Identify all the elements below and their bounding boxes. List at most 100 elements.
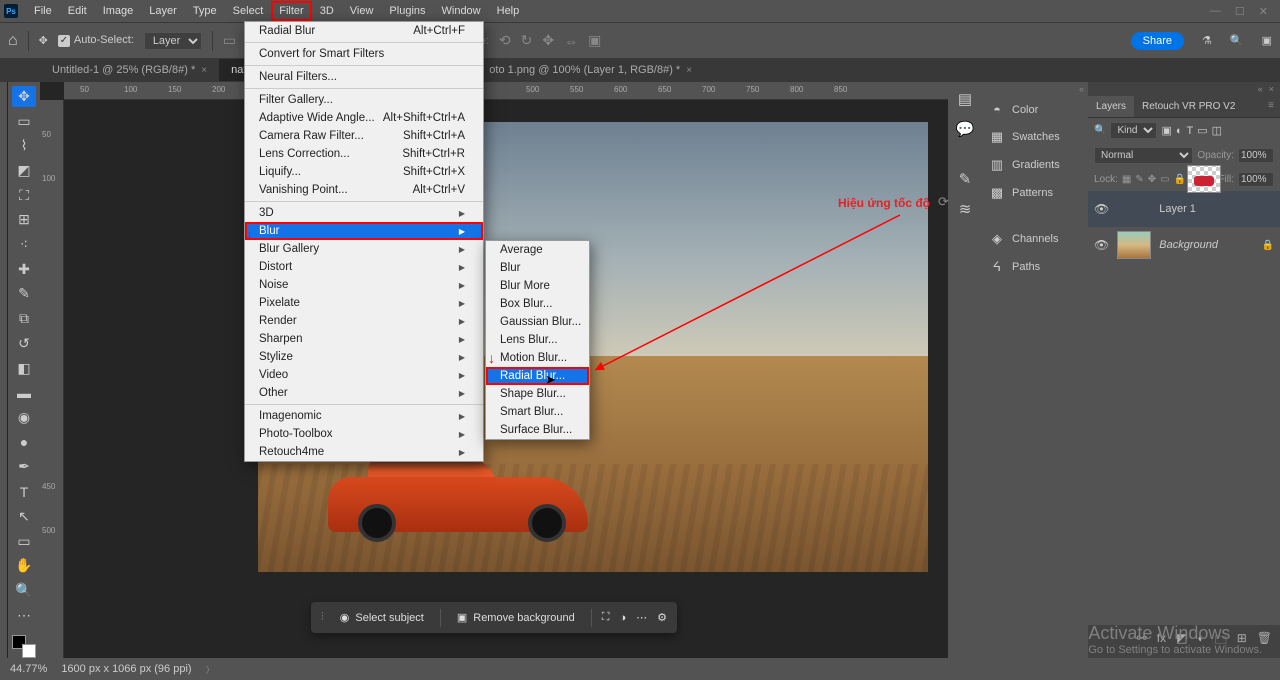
- filter-render[interactable]: Render: [245, 312, 483, 330]
- filter-other[interactable]: Other: [245, 384, 483, 402]
- remove-bg-button[interactable]: ▣Remove background: [451, 608, 581, 627]
- frame-tool[interactable]: ⊞: [12, 210, 36, 231]
- status-arrow-icon[interactable]: 〉: [206, 663, 215, 676]
- eyedropper-tool[interactable]: ⁖: [12, 234, 36, 255]
- filter-adaptive[interactable]: Adaptive Wide Angle...Alt+Shift+Ctrl+A: [245, 109, 483, 127]
- filter-retouch4me[interactable]: Retouch4me: [245, 443, 483, 461]
- panel-close-icon[interactable]: ×: [1269, 84, 1274, 94]
- blur-smart[interactable]: Smart Blur...: [486, 403, 589, 421]
- blur-tool[interactable]: ◉: [12, 407, 36, 428]
- history-panel-icon[interactable]: ▤: [958, 90, 972, 108]
- autoselect-checkbox[interactable]: ✓: [58, 35, 70, 47]
- panel-menu-icon[interactable]: ≡: [1262, 96, 1280, 117]
- edit-toolbar-icon[interactable]: ⋯: [12, 605, 36, 626]
- panel-collapse-icon[interactable]: «: [1079, 84, 1084, 94]
- stamp-tool[interactable]: ⧉: [12, 308, 36, 329]
- tab-oto[interactable]: oto 1.png @ 100% (Layer 1, RGB/8#) *×: [477, 59, 704, 81]
- more-icon[interactable]: ⋯: [636, 611, 647, 624]
- blur-more[interactable]: Blur More: [486, 277, 589, 295]
- 3d-orbit-icon[interactable]: ⟲: [499, 32, 511, 49]
- filter-convert-smart[interactable]: Convert for Smart Filters: [245, 45, 483, 63]
- filter-smart-icon[interactable]: ◫: [1212, 124, 1222, 137]
- lock-pixel-icon[interactable]: ✎: [1135, 174, 1143, 185]
- crop-tool[interactable]: ⛶: [12, 185, 36, 206]
- gradient-tool[interactable]: ▬: [12, 382, 36, 403]
- filter-3d[interactable]: 3D: [245, 204, 483, 222]
- blur-lens[interactable]: Lens Blur...: [486, 331, 589, 349]
- move-tool[interactable]: ✥: [12, 86, 36, 107]
- panel-collapse-icon[interactable]: «: [1258, 84, 1263, 94]
- tab-untitled[interactable]: Untitled-1 @ 25% (RGB/8#) *×: [40, 59, 219, 81]
- workspace-icon[interactable]: ▣: [1262, 34, 1272, 47]
- filter-vanish[interactable]: Vanishing Point...Alt+Ctrl+V: [245, 181, 483, 199]
- comments-panel-icon[interactable]: 💬: [956, 120, 975, 138]
- menu-plugins[interactable]: Plugins: [381, 1, 433, 21]
- filter-camera-raw[interactable]: Camera Raw Filter...Shift+Ctrl+A: [245, 127, 483, 145]
- 3d-slide-icon[interactable]: ⇔: [564, 33, 578, 49]
- lock-pos-icon[interactable]: ✥: [1148, 174, 1156, 185]
- filter-video[interactable]: Video: [245, 366, 483, 384]
- brushes-panel-icon[interactable]: ✎: [959, 170, 972, 188]
- blur-motion[interactable]: Motion Blur...: [486, 349, 589, 367]
- close-icon[interactable]: ✕: [1259, 5, 1268, 18]
- maximize-icon[interactable]: ☐: [1235, 5, 1245, 18]
- history-brush-tool[interactable]: ↺: [12, 333, 36, 354]
- menu-edit[interactable]: Edit: [60, 1, 95, 21]
- filter-lens[interactable]: Lens Correction...Shift+Ctrl+R: [245, 145, 483, 163]
- brush-tool[interactable]: ✎: [12, 284, 36, 305]
- zoom-level[interactable]: 44.77%: [10, 663, 47, 675]
- 3d-cam-icon[interactable]: ▣: [588, 32, 601, 49]
- filter-shape-icon[interactable]: ▭: [1197, 124, 1207, 137]
- settings-icon[interactable]: ⚙: [657, 611, 667, 624]
- lasso-tool[interactable]: ⌇: [12, 135, 36, 156]
- menu-window[interactable]: Window: [434, 1, 489, 21]
- blur-blur[interactable]: Blur: [486, 259, 589, 277]
- mask-icon[interactable]: ◑: [619, 612, 626, 624]
- 3d-pan-icon[interactable]: ✥: [542, 32, 554, 49]
- rect-tool[interactable]: ▭: [12, 531, 36, 552]
- swatches-panel-button[interactable]: ▦Swatches: [982, 123, 1088, 151]
- fill-input[interactable]: [1238, 172, 1274, 187]
- blur-box[interactable]: Box Blur...: [486, 295, 589, 313]
- layer-name[interactable]: Layer 1: [1159, 203, 1196, 215]
- type-tool[interactable]: T: [12, 481, 36, 502]
- dodge-tool[interactable]: ●: [12, 432, 36, 453]
- visibility-toggle[interactable]: 👁: [1094, 202, 1109, 216]
- filter-neural[interactable]: Neural Filters...: [245, 68, 483, 86]
- menu-view[interactable]: View: [342, 1, 382, 21]
- autoselect-dropdown[interactable]: Layer: [144, 32, 202, 50]
- adjustments-panel-icon[interactable]: ≋: [959, 200, 972, 218]
- blur-shape[interactable]: Shape Blur...: [486, 385, 589, 403]
- filter-recent[interactable]: Radial BlurAlt+Ctrl+F: [245, 22, 483, 40]
- move-tool-icon[interactable]: ✥: [39, 34, 48, 47]
- menu-select[interactable]: Select: [225, 1, 272, 21]
- beaker-icon[interactable]: ⚗: [1202, 34, 1212, 47]
- menu-layer[interactable]: Layer: [141, 1, 185, 21]
- menu-type[interactable]: Type: [185, 1, 225, 21]
- layer-row-bg[interactable]: 👁 Background 🔒: [1088, 227, 1280, 263]
- filter-distort[interactable]: Distort: [245, 258, 483, 276]
- blur-gaussian[interactable]: Gaussian Blur...: [486, 313, 589, 331]
- filter-pixelate[interactable]: Pixelate: [245, 294, 483, 312]
- filter-sharpen[interactable]: Sharpen: [245, 330, 483, 348]
- filter-noise[interactable]: Noise: [245, 276, 483, 294]
- select-subject-button[interactable]: ◉Select subject: [334, 608, 430, 627]
- filter-blur-gallery[interactable]: Blur Gallery: [245, 240, 483, 258]
- minimize-icon[interactable]: —: [1210, 5, 1221, 18]
- filter-gallery[interactable]: Filter Gallery...: [245, 91, 483, 109]
- filter-text-icon[interactable]: T: [1187, 125, 1194, 137]
- opacity-input[interactable]: [1238, 148, 1274, 163]
- path-tool[interactable]: ↖: [12, 506, 36, 527]
- filter-imagenomic[interactable]: Imagenomic: [245, 407, 483, 425]
- color-panel-button[interactable]: ◓Color: [982, 96, 1088, 123]
- filter-stylize[interactable]: Stylize: [245, 348, 483, 366]
- healing-tool[interactable]: ✚: [12, 259, 36, 280]
- zoom-tool[interactable]: 🔍: [12, 580, 36, 601]
- retouch-tab[interactable]: Retouch VR PRO V2: [1134, 96, 1243, 117]
- lock-all-icon[interactable]: 🔒: [1174, 174, 1186, 185]
- filter-liquify[interactable]: Liquify...Shift+Ctrl+X: [245, 163, 483, 181]
- menu-image[interactable]: Image: [95, 1, 142, 21]
- menu-help[interactable]: Help: [489, 1, 528, 21]
- tab-close-icon[interactable]: ×: [201, 65, 207, 76]
- search-icon[interactable]: 🔍: [1230, 34, 1244, 47]
